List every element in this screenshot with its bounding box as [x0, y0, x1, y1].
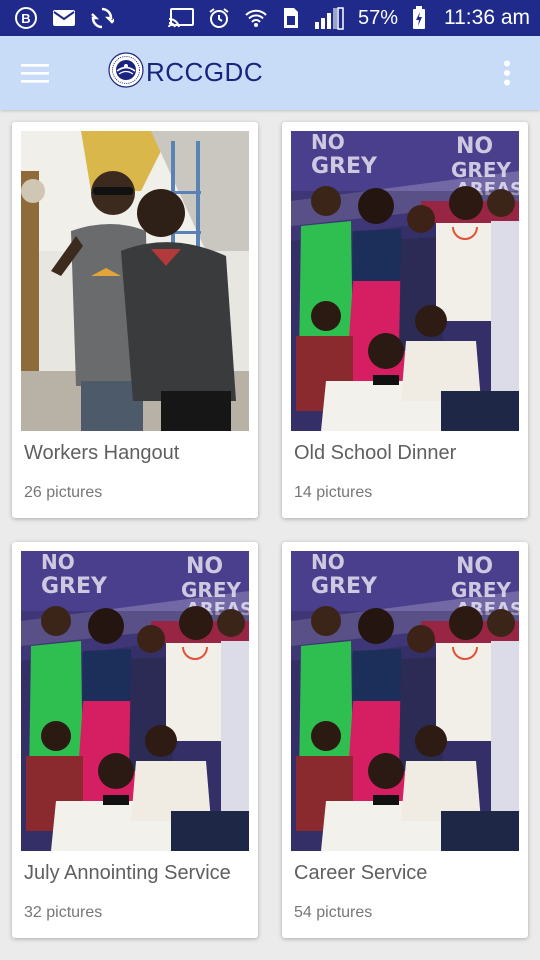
album-card-july-annointing-service[interactable]: NO GREY NO GREY AREAS July Annointing Se… [12, 542, 258, 938]
battery-charging-icon [412, 6, 426, 30]
svg-text:GREY: GREY [41, 574, 108, 599]
battery-percent: 57% [357, 6, 398, 29]
menu-button[interactable] [14, 52, 56, 94]
bbm-icon: B [14, 6, 38, 30]
svg-text:NO: NO [186, 554, 223, 579]
hamburger-menu-icon [21, 64, 49, 83]
album-title: Career Service [294, 862, 428, 884]
rccg-logo [108, 52, 144, 88]
clock: 11:36 am [444, 6, 530, 29]
alarm-icon [208, 7, 230, 29]
wifi-icon [244, 8, 268, 28]
email-icon [52, 8, 76, 28]
album-title: Workers Hangout [24, 442, 180, 464]
overflow-menu-button[interactable] [490, 52, 524, 94]
sync-icon [90, 6, 114, 30]
album-title: July Annointing Service [24, 862, 231, 884]
album-cover-photo: NO GREY NO GREY AREAS [291, 131, 519, 431]
signal-icon [314, 6, 344, 30]
album-picture-count: 54 pictures [294, 904, 373, 921]
album-cover-photo [21, 131, 249, 431]
album-picture-count: 32 pictures [24, 904, 103, 921]
album-card-workers-hangout[interactable]: Workers Hangout 26 pictures [12, 122, 258, 518]
album-cover-photo: NO GREY NO GREY AREAS [21, 551, 249, 851]
cast-icon [167, 8, 194, 28]
svg-text:NO: NO [41, 551, 75, 574]
album-card-old-school-dinner[interactable]: NO GREY NO GREY AREAS Old School Dinner … [282, 122, 528, 518]
more-vertical-icon [504, 60, 510, 86]
svg-text:GREY: GREY [311, 574, 378, 599]
sim-icon [282, 7, 300, 29]
app-title: RCCGDC [146, 57, 264, 87]
album-card-career-service[interactable]: NO GREY NO GREY AREAS Career Service 54 … [282, 542, 528, 938]
album-picture-count: 14 pictures [294, 484, 373, 501]
album-picture-count: 26 pictures [24, 484, 103, 501]
svg-text:B: B [21, 11, 30, 26]
app-bar: RCCGDC [0, 36, 540, 110]
album-title: Old School Dinner [294, 442, 457, 464]
svg-text:NO: NO [311, 131, 345, 154]
album-cover-photo: NO GREY NO GREY AREAS [291, 551, 519, 851]
svg-text:GREY: GREY [311, 154, 378, 179]
status-bar: B 57% 11:36 am [0, 0, 540, 36]
svg-text:NO: NO [311, 551, 345, 574]
svg-text:NO: NO [456, 554, 493, 579]
svg-text:NO: NO [456, 134, 493, 159]
